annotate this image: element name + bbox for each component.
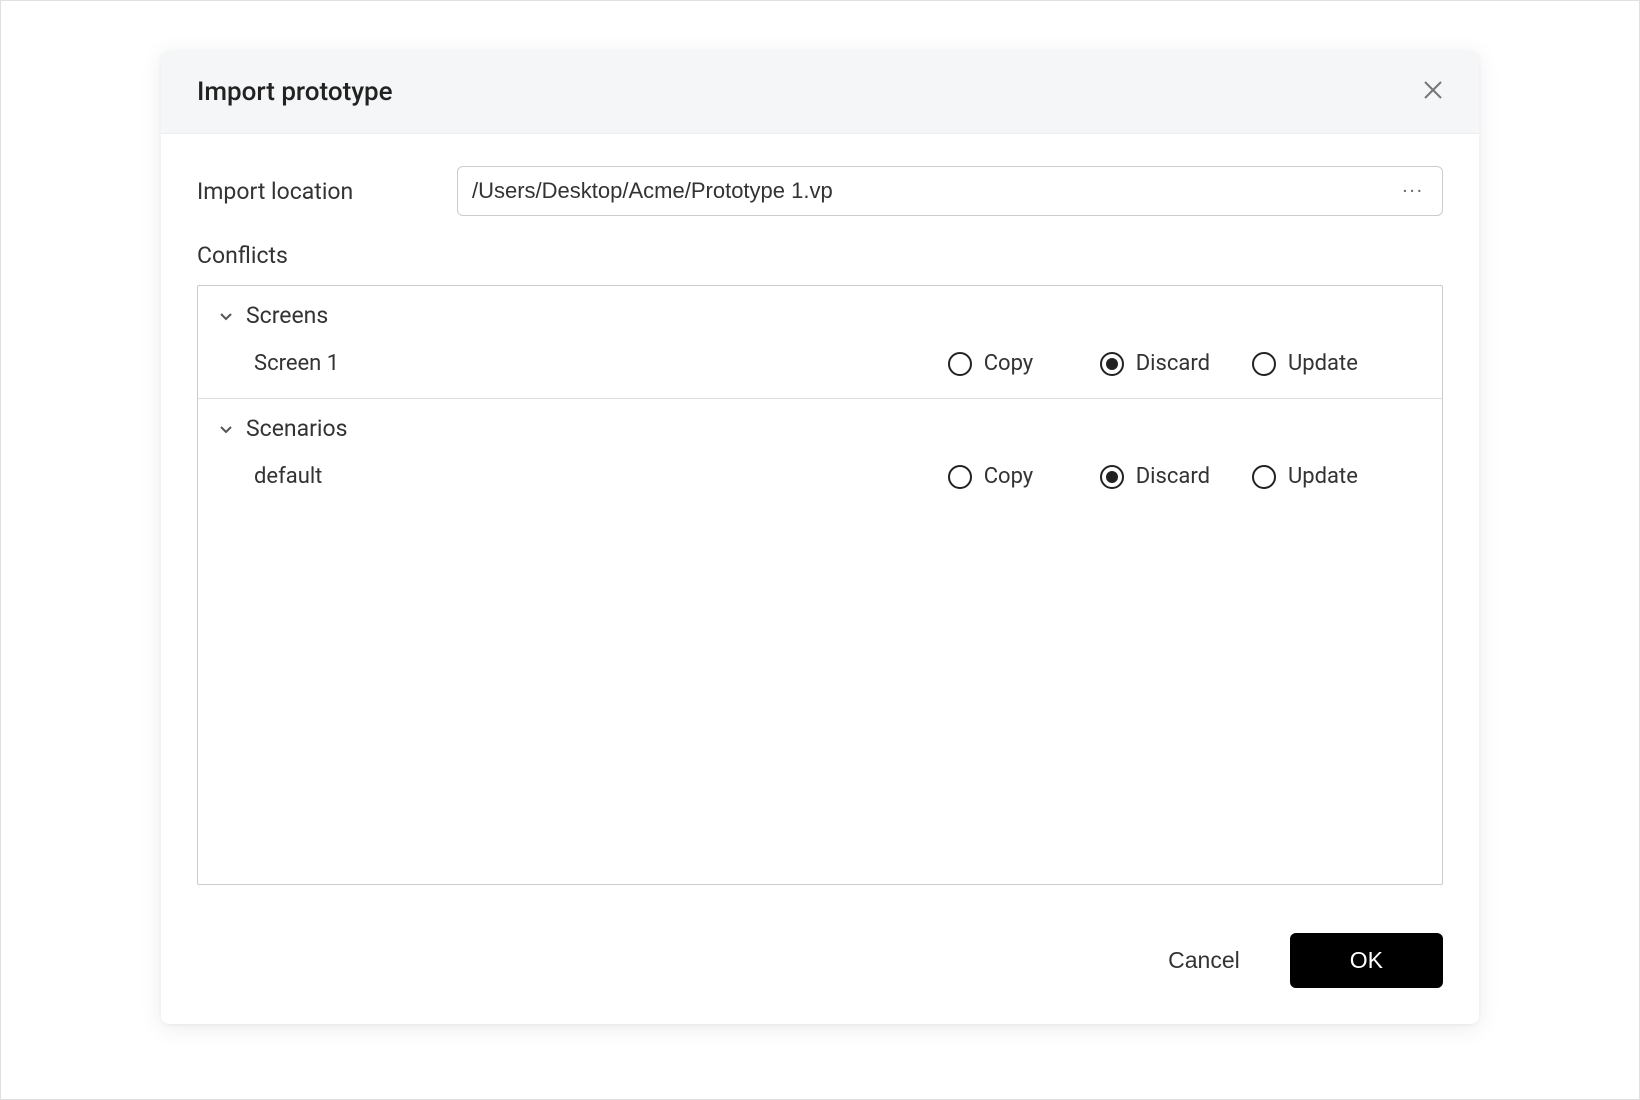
radio-icon [1100, 465, 1124, 489]
dialog-body: Import location ··· Conflicts Screens [161, 134, 1479, 905]
radio-label: Copy [984, 464, 1034, 489]
radio-label: Update [1288, 464, 1358, 489]
radio-label: Copy [984, 351, 1034, 376]
conflict-item-options: Copy Discard Update [948, 351, 1422, 376]
import-location-row: Import location ··· [197, 166, 1443, 216]
browse-button[interactable]: ··· [1398, 179, 1428, 203]
dialog-title: Import prototype [197, 77, 393, 107]
ellipsis-icon: ··· [1402, 179, 1424, 203]
radio-label: Update [1288, 351, 1358, 376]
radio-copy[interactable]: Copy [948, 351, 1058, 376]
conflict-item-name: Screen 1 [254, 351, 948, 376]
radio-update[interactable]: Update [1252, 464, 1362, 489]
radio-label: Discard [1136, 351, 1210, 376]
close-icon [1422, 79, 1444, 105]
group-name: Scenarios [246, 415, 347, 442]
ok-button[interactable]: OK [1290, 933, 1443, 988]
conflict-group-scenarios: Scenarios default Copy Discard [198, 399, 1442, 511]
chevron-down-icon [218, 308, 234, 324]
conflict-item-row: Screen 1 Copy Discard Update [198, 337, 1442, 398]
conflicts-label: Conflicts [197, 242, 1443, 269]
radio-copy[interactable]: Copy [948, 464, 1058, 489]
radio-icon [1100, 352, 1124, 376]
import-location-field-wrap: ··· [457, 166, 1443, 216]
conflict-item-name: default [254, 464, 948, 489]
radio-discard[interactable]: Discard [1100, 351, 1210, 376]
import-location-label: Import location [197, 178, 457, 205]
dialog-header: Import prototype [161, 51, 1479, 134]
conflict-item-options: Copy Discard Update [948, 464, 1422, 489]
conflict-item-row: default Copy Discard Update [198, 450, 1442, 511]
radio-update[interactable]: Update [1252, 351, 1362, 376]
dialog-footer: Cancel OK [161, 905, 1479, 1024]
conflict-group-screens: Screens Screen 1 Copy Discard [198, 286, 1442, 399]
import-prototype-dialog: Import prototype Import location ··· Con… [161, 51, 1479, 1024]
group-header-scenarios[interactable]: Scenarios [198, 399, 1442, 450]
radio-icon [1252, 465, 1276, 489]
conflicts-list: Screens Screen 1 Copy Discard [197, 285, 1443, 885]
group-header-screens[interactable]: Screens [198, 286, 1442, 337]
import-location-input[interactable] [472, 178, 1398, 204]
radio-discard[interactable]: Discard [1100, 464, 1210, 489]
radio-icon [1252, 352, 1276, 376]
cancel-button[interactable]: Cancel [1154, 937, 1254, 984]
radio-label: Discard [1136, 464, 1210, 489]
group-name: Screens [246, 302, 328, 329]
chevron-down-icon [218, 421, 234, 437]
radio-icon [948, 352, 972, 376]
radio-icon [948, 465, 972, 489]
close-button[interactable] [1419, 78, 1447, 106]
